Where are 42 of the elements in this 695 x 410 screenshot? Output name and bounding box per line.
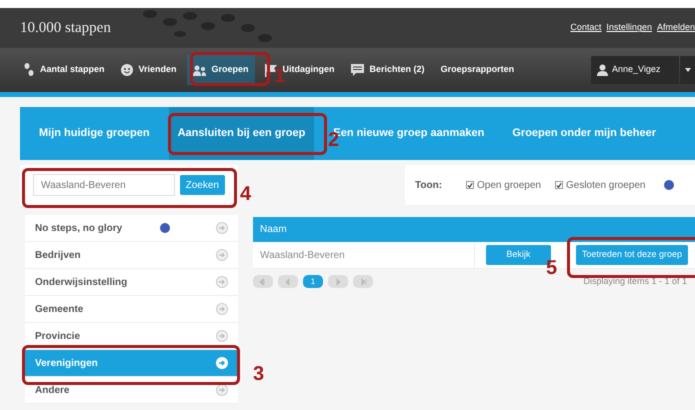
site-title: 10.000 stappen	[20, 18, 111, 38]
nav-item[interactable]: Groepen	[186, 55, 255, 85]
people-icon	[192, 64, 206, 76]
arrow-icon	[216, 222, 228, 234]
nav-item[interactable]: Aantal stappen	[18, 55, 111, 85]
person-icon	[597, 64, 608, 76]
message-icon	[350, 64, 364, 76]
arrow-icon	[216, 276, 228, 288]
nav-item[interactable]: Vrienden	[114, 55, 183, 85]
arrow-icon	[216, 303, 228, 315]
table-cell: Waasland-Beveren	[253, 242, 475, 268]
checkbox-label: Gesloten groepen	[566, 178, 646, 192]
nav-item[interactable]: Berichten (2)	[344, 55, 431, 85]
arrow-icon	[216, 384, 228, 396]
arrow-icon	[216, 249, 228, 261]
category-item[interactable]: Gemeente	[25, 296, 238, 323]
user-menu-button[interactable]: Anne_Vigez	[591, 56, 679, 84]
footprints-icon	[24, 63, 34, 77]
category-item[interactable]: Onderwijsinstelling	[25, 269, 238, 296]
arrow-icon	[216, 357, 228, 369]
checkbox[interactable]	[554, 181, 563, 189]
info-icon[interactable]	[664, 180, 674, 190]
header-link[interactable]: Instellingen	[606, 21, 652, 35]
nav-item[interactable]: Groepsrapporten	[434, 55, 520, 85]
header-link[interactable]: Contact	[570, 21, 602, 35]
search-field[interactable]: Waasland-Beveren	[33, 174, 175, 196]
info-icon[interactable]	[160, 223, 170, 233]
step-number: 4	[240, 184, 252, 204]
checkbox[interactable]	[466, 181, 474, 189]
caret-icon	[684, 68, 690, 72]
status-text: Displaying items 1 - 1 of 1	[583, 275, 687, 288]
filter-label: Toon:	[415, 178, 442, 192]
flag-icon	[264, 64, 277, 76]
arrow-icon	[216, 330, 228, 342]
checkbox-label: Open groepen	[477, 178, 541, 192]
column-header: Naam	[260, 223, 287, 237]
category-item[interactable]: Bedrijven	[25, 242, 238, 269]
dropdown-toggle[interactable]	[680, 56, 695, 84]
smiley-icon	[120, 64, 133, 76]
header-link[interactable]: Afmelden	[656, 21, 695, 35]
step-number: 3	[253, 364, 264, 384]
category-item[interactable]: No steps, no glory	[25, 215, 238, 242]
